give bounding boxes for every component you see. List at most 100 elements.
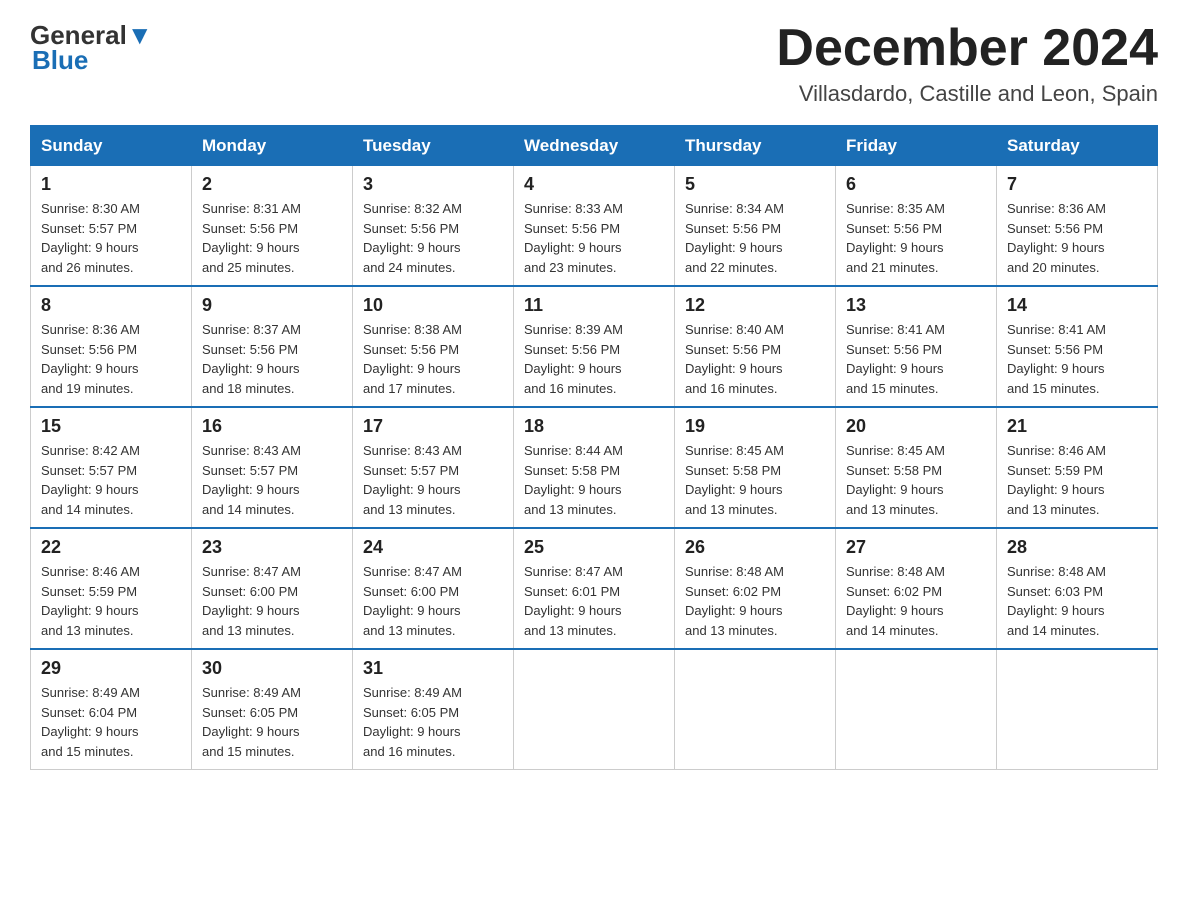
table-row: 8 Sunrise: 8:36 AM Sunset: 5:56 PM Dayli… — [31, 286, 192, 407]
table-row: 7 Sunrise: 8:36 AM Sunset: 5:56 PM Dayli… — [997, 165, 1158, 286]
logo: General▼ Blue — [30, 20, 153, 76]
day-info: Sunrise: 8:42 AM Sunset: 5:57 PM Dayligh… — [41, 441, 181, 519]
table-row: 11 Sunrise: 8:39 AM Sunset: 5:56 PM Dayl… — [514, 286, 675, 407]
day-info: Sunrise: 8:45 AM Sunset: 5:58 PM Dayligh… — [685, 441, 825, 519]
day-info: Sunrise: 8:41 AM Sunset: 5:56 PM Dayligh… — [1007, 320, 1147, 398]
day-info: Sunrise: 8:40 AM Sunset: 5:56 PM Dayligh… — [685, 320, 825, 398]
table-row: 23 Sunrise: 8:47 AM Sunset: 6:00 PM Dayl… — [192, 528, 353, 649]
table-row: 30 Sunrise: 8:49 AM Sunset: 6:05 PM Dayl… — [192, 649, 353, 770]
day-number: 5 — [685, 174, 825, 195]
table-row — [514, 649, 675, 770]
day-info: Sunrise: 8:46 AM Sunset: 5:59 PM Dayligh… — [41, 562, 181, 640]
day-info: Sunrise: 8:48 AM Sunset: 6:02 PM Dayligh… — [685, 562, 825, 640]
day-info: Sunrise: 8:45 AM Sunset: 5:58 PM Dayligh… — [846, 441, 986, 519]
table-row: 29 Sunrise: 8:49 AM Sunset: 6:04 PM Dayl… — [31, 649, 192, 770]
day-info: Sunrise: 8:44 AM Sunset: 5:58 PM Dayligh… — [524, 441, 664, 519]
day-info: Sunrise: 8:39 AM Sunset: 5:56 PM Dayligh… — [524, 320, 664, 398]
table-row: 3 Sunrise: 8:32 AM Sunset: 5:56 PM Dayli… — [353, 165, 514, 286]
day-number: 9 — [202, 295, 342, 316]
table-row: 31 Sunrise: 8:49 AM Sunset: 6:05 PM Dayl… — [353, 649, 514, 770]
table-row: 18 Sunrise: 8:44 AM Sunset: 5:58 PM Dayl… — [514, 407, 675, 528]
day-info: Sunrise: 8:32 AM Sunset: 5:56 PM Dayligh… — [363, 199, 503, 277]
day-number: 24 — [363, 537, 503, 558]
day-info: Sunrise: 8:35 AM Sunset: 5:56 PM Dayligh… — [846, 199, 986, 277]
day-number: 19 — [685, 416, 825, 437]
day-number: 16 — [202, 416, 342, 437]
day-number: 30 — [202, 658, 342, 679]
day-number: 29 — [41, 658, 181, 679]
day-info: Sunrise: 8:49 AM Sunset: 6:05 PM Dayligh… — [202, 683, 342, 761]
logo-bottom: Blue — [30, 45, 88, 76]
day-info: Sunrise: 8:48 AM Sunset: 6:02 PM Dayligh… — [846, 562, 986, 640]
day-info: Sunrise: 8:43 AM Sunset: 5:57 PM Dayligh… — [202, 441, 342, 519]
table-row: 6 Sunrise: 8:35 AM Sunset: 5:56 PM Dayli… — [836, 165, 997, 286]
table-row: 19 Sunrise: 8:45 AM Sunset: 5:58 PM Dayl… — [675, 407, 836, 528]
table-row: 9 Sunrise: 8:37 AM Sunset: 5:56 PM Dayli… — [192, 286, 353, 407]
col-saturday: Saturday — [997, 126, 1158, 166]
month-title: December 2024 — [776, 20, 1158, 77]
day-number: 11 — [524, 295, 664, 316]
day-number: 10 — [363, 295, 503, 316]
day-info: Sunrise: 8:41 AM Sunset: 5:56 PM Dayligh… — [846, 320, 986, 398]
day-number: 26 — [685, 537, 825, 558]
table-row: 27 Sunrise: 8:48 AM Sunset: 6:02 PM Dayl… — [836, 528, 997, 649]
table-row: 22 Sunrise: 8:46 AM Sunset: 5:59 PM Dayl… — [31, 528, 192, 649]
day-number: 3 — [363, 174, 503, 195]
day-number: 23 — [202, 537, 342, 558]
day-info: Sunrise: 8:43 AM Sunset: 5:57 PM Dayligh… — [363, 441, 503, 519]
calendar-week-row: 8 Sunrise: 8:36 AM Sunset: 5:56 PM Dayli… — [31, 286, 1158, 407]
table-row — [836, 649, 997, 770]
day-info: Sunrise: 8:49 AM Sunset: 6:04 PM Dayligh… — [41, 683, 181, 761]
table-row: 13 Sunrise: 8:41 AM Sunset: 5:56 PM Dayl… — [836, 286, 997, 407]
day-info: Sunrise: 8:36 AM Sunset: 5:56 PM Dayligh… — [1007, 199, 1147, 277]
table-row: 14 Sunrise: 8:41 AM Sunset: 5:56 PM Dayl… — [997, 286, 1158, 407]
day-number: 25 — [524, 537, 664, 558]
col-sunday: Sunday — [31, 126, 192, 166]
day-number: 1 — [41, 174, 181, 195]
day-number: 6 — [846, 174, 986, 195]
calendar-week-row: 22 Sunrise: 8:46 AM Sunset: 5:59 PM Dayl… — [31, 528, 1158, 649]
logo-triangle-icon: ▼ — [127, 20, 153, 50]
day-info: Sunrise: 8:46 AM Sunset: 5:59 PM Dayligh… — [1007, 441, 1147, 519]
table-row: 17 Sunrise: 8:43 AM Sunset: 5:57 PM Dayl… — [353, 407, 514, 528]
day-info: Sunrise: 8:38 AM Sunset: 5:56 PM Dayligh… — [363, 320, 503, 398]
day-info: Sunrise: 8:33 AM Sunset: 5:56 PM Dayligh… — [524, 199, 664, 277]
table-row: 10 Sunrise: 8:38 AM Sunset: 5:56 PM Dayl… — [353, 286, 514, 407]
day-info: Sunrise: 8:47 AM Sunset: 6:00 PM Dayligh… — [363, 562, 503, 640]
col-tuesday: Tuesday — [353, 126, 514, 166]
day-number: 27 — [846, 537, 986, 558]
table-row — [675, 649, 836, 770]
day-number: 12 — [685, 295, 825, 316]
day-number: 7 — [1007, 174, 1147, 195]
table-row: 4 Sunrise: 8:33 AM Sunset: 5:56 PM Dayli… — [514, 165, 675, 286]
location-title: Villasdardo, Castille and Leon, Spain — [776, 81, 1158, 107]
table-row: 12 Sunrise: 8:40 AM Sunset: 5:56 PM Dayl… — [675, 286, 836, 407]
day-info: Sunrise: 8:31 AM Sunset: 5:56 PM Dayligh… — [202, 199, 342, 277]
day-number: 28 — [1007, 537, 1147, 558]
calendar-week-row: 15 Sunrise: 8:42 AM Sunset: 5:57 PM Dayl… — [31, 407, 1158, 528]
day-info: Sunrise: 8:34 AM Sunset: 5:56 PM Dayligh… — [685, 199, 825, 277]
calendar-week-row: 1 Sunrise: 8:30 AM Sunset: 5:57 PM Dayli… — [31, 165, 1158, 286]
table-row: 5 Sunrise: 8:34 AM Sunset: 5:56 PM Dayli… — [675, 165, 836, 286]
table-row: 20 Sunrise: 8:45 AM Sunset: 5:58 PM Dayl… — [836, 407, 997, 528]
day-number: 15 — [41, 416, 181, 437]
col-friday: Friday — [836, 126, 997, 166]
table-row: 25 Sunrise: 8:47 AM Sunset: 6:01 PM Dayl… — [514, 528, 675, 649]
calendar-week-row: 29 Sunrise: 8:49 AM Sunset: 6:04 PM Dayl… — [31, 649, 1158, 770]
table-row: 24 Sunrise: 8:47 AM Sunset: 6:00 PM Dayl… — [353, 528, 514, 649]
day-number: 8 — [41, 295, 181, 316]
calendar-table: Sunday Monday Tuesday Wednesday Thursday… — [30, 125, 1158, 770]
day-number: 4 — [524, 174, 664, 195]
day-info: Sunrise: 8:48 AM Sunset: 6:03 PM Dayligh… — [1007, 562, 1147, 640]
table-row — [997, 649, 1158, 770]
table-row: 2 Sunrise: 8:31 AM Sunset: 5:56 PM Dayli… — [192, 165, 353, 286]
day-number: 14 — [1007, 295, 1147, 316]
title-block: December 2024 Villasdardo, Castille and … — [776, 20, 1158, 107]
day-info: Sunrise: 8:47 AM Sunset: 6:01 PM Dayligh… — [524, 562, 664, 640]
col-thursday: Thursday — [675, 126, 836, 166]
table-row: 15 Sunrise: 8:42 AM Sunset: 5:57 PM Dayl… — [31, 407, 192, 528]
day-number: 13 — [846, 295, 986, 316]
col-monday: Monday — [192, 126, 353, 166]
table-row: 21 Sunrise: 8:46 AM Sunset: 5:59 PM Dayl… — [997, 407, 1158, 528]
page-header: General▼ Blue December 2024 Villasdardo,… — [30, 20, 1158, 107]
